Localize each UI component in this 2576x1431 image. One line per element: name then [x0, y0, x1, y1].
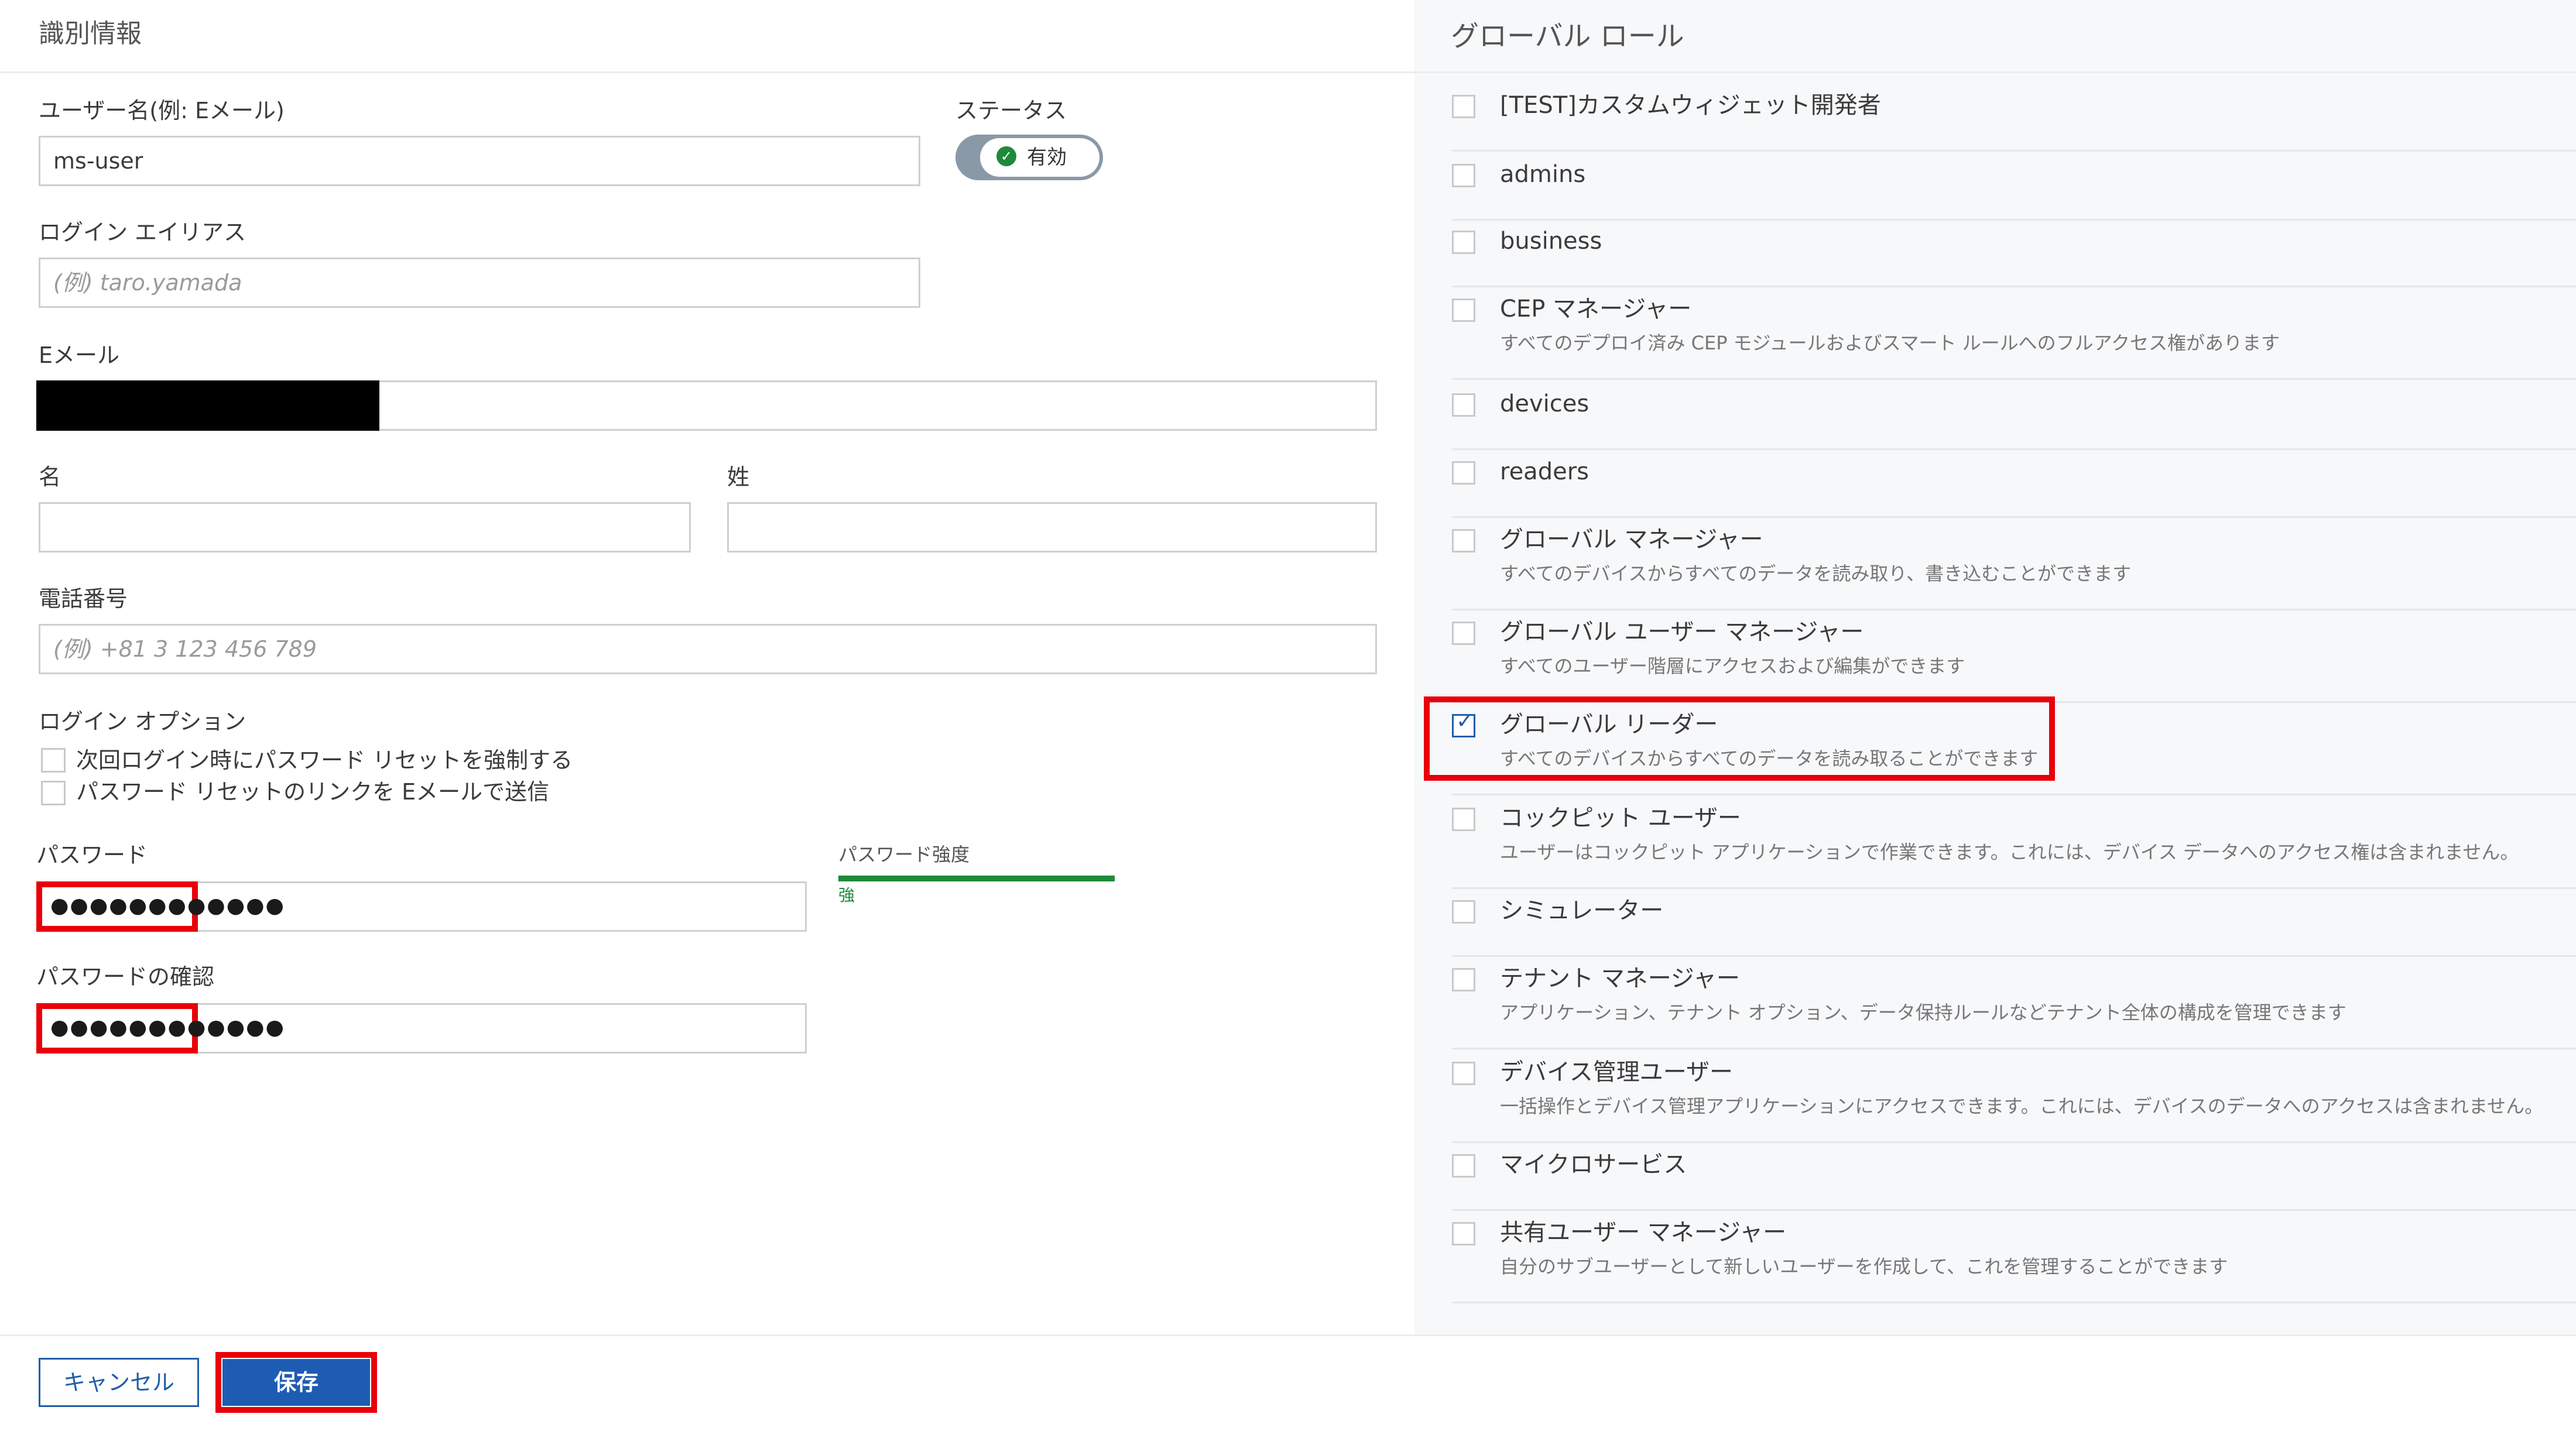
first-name-label: 名 — [39, 464, 61, 490]
login-alias-input[interactable]: (例) taro.yamada — [39, 258, 920, 308]
force-reset-label: 次回ログイン時にパスワード リセットを強制する — [76, 747, 573, 773]
force-reset-checkbox[interactable] — [41, 748, 66, 773]
role-row[interactable]: CEP マネージャーすべてのデプロイ済み CEP モジュールおよびスマート ルー… — [1452, 286, 2576, 380]
role-row[interactable]: [TEST]カスタムウィジェット開発者 — [1452, 82, 2576, 152]
role-checkbox[interactable] — [1452, 95, 1475, 118]
role-name: デバイス管理ユーザー — [1500, 1059, 1733, 1086]
role-name: admins — [1500, 161, 1586, 188]
email-label: Eメール — [39, 342, 120, 368]
role-row[interactable]: コックピット ユーザーユーザーはコックピット アプリケーションで作業できます。こ… — [1452, 795, 2576, 889]
role-name: マイクロサービス — [1500, 1151, 1687, 1178]
save-button[interactable]: 保存 — [222, 1359, 370, 1406]
send-reset-link-checkbox[interactable] — [41, 781, 66, 805]
role-name: グローバル マネージャー — [1500, 526, 1763, 553]
role-row[interactable]: devices — [1452, 380, 2576, 450]
role-name: 共有ユーザー マネージャー — [1500, 1219, 1787, 1246]
role-checkbox[interactable] — [1452, 393, 1475, 417]
role-row[interactable]: admins — [1452, 151, 2576, 221]
role-row[interactable]: readers — [1452, 448, 2576, 518]
role-name: グローバル ユーザー マネージャー — [1500, 619, 1864, 646]
login-options-label: ログイン オプション — [39, 709, 246, 735]
roles-header-divider — [1414, 71, 2576, 73]
role-description: アプリケーション、テナント オプション、データ保持ルールなどテナント全体の構成を… — [1500, 1001, 2347, 1024]
role-row[interactable]: 共有ユーザー マネージャー自分のサブユーザーとして新しいユーザーを作成して、これ… — [1452, 1209, 2576, 1303]
password-label: パスワード — [36, 842, 148, 868]
role-name: devices — [1500, 390, 1590, 417]
role-checkbox[interactable] — [1452, 461, 1475, 485]
phone-label: 電話番号 — [39, 586, 128, 612]
role-checkbox[interactable] — [1452, 622, 1475, 645]
role-name: readers — [1500, 458, 1589, 485]
role-name: シミュレーター — [1500, 897, 1664, 924]
role-checkbox[interactable] — [1452, 968, 1475, 991]
role-checkbox[interactable] — [1452, 164, 1475, 187]
role-name: CEP マネージャー — [1500, 296, 1692, 322]
role-row[interactable]: マイクロサービス — [1452, 1141, 2576, 1211]
identity-section-title: 識別情報 — [39, 19, 142, 49]
status-value: 有効 — [1027, 146, 1067, 169]
password-strength-label: パスワード強度 — [838, 843, 970, 866]
status-toggle[interactable]: ✓ 有効 — [955, 135, 1103, 180]
global-roles-title: グローバル ロール — [1451, 20, 1684, 53]
role-row[interactable]: シミュレーター — [1452, 887, 2576, 957]
role-description: ユーザーはコックピット アプリケーションで作業できます。これには、デバイス デー… — [1500, 841, 2519, 863]
identity-header-divider — [0, 71, 1414, 73]
role-checkbox[interactable] — [1452, 1154, 1475, 1178]
role-description: すべてのデプロイ済み CEP モジュールおよびスマート ルールへのフルアクセス権… — [1500, 332, 2280, 354]
role-checkbox[interactable] — [1452, 529, 1475, 553]
status-label: ステータス — [955, 98, 1067, 123]
role-name: business — [1500, 228, 1602, 255]
role-name: テナント マネージャー — [1500, 965, 1740, 992]
role-description: すべてのユーザー階層にアクセスおよび編集ができます — [1500, 655, 1965, 677]
cancel-button[interactable]: キャンセル — [39, 1358, 199, 1407]
role-description: 一括操作とデバイス管理アプリケーションにアクセスできます。これには、デバイスのデ… — [1500, 1095, 2544, 1117]
username-input[interactable]: ms-user — [39, 136, 920, 186]
phone-input[interactable]: (例) +81 3 123 456 789 — [39, 624, 1377, 674]
role-checkbox[interactable] — [1452, 1062, 1475, 1085]
form-footer — [0, 1334, 2576, 1431]
login-alias-label: ログイン エイリアス — [39, 219, 246, 245]
username-label: ユーザー名(例: Eメール) — [39, 98, 285, 123]
last-name-label: 姓 — [727, 464, 750, 490]
password-strength-bar — [838, 876, 1115, 881]
redaction-block — [36, 380, 379, 431]
role-checkbox[interactable] — [1452, 1222, 1475, 1245]
role-checkbox[interactable] — [1452, 900, 1475, 924]
selected-role-highlight — [1424, 696, 2055, 781]
password-confirm-label: パスワードの確認 — [36, 964, 215, 990]
role-description: すべてのデバイスからすべてのデータを読み取り、書き込むことができます — [1500, 562, 2132, 585]
password-mask: ●●●●●●●●●●●● — [50, 894, 285, 918]
role-name: [TEST]カスタムウィジェット開発者 — [1500, 92, 1881, 119]
role-row[interactable]: デバイス管理ユーザー一括操作とデバイス管理アプリケーションにアクセスできます。こ… — [1452, 1049, 2576, 1143]
role-row[interactable]: グローバル ユーザー マネージャーすべてのユーザー階層にアクセスおよび編集ができ… — [1452, 609, 2576, 703]
password-strength-value: 強 — [838, 886, 855, 905]
role-checkbox[interactable] — [1452, 298, 1475, 322]
send-reset-link-label: パスワード リセットのリンクを Eメールで送信 — [76, 779, 550, 805]
role-row[interactable]: business — [1452, 218, 2576, 287]
password-confirm-mask: ●●●●●●●●●●●● — [50, 1015, 285, 1039]
role-checkbox[interactable] — [1452, 808, 1475, 831]
role-row[interactable]: グローバル マネージャーすべてのデバイスからすべてのデータを読み取り、書き込むこ… — [1452, 516, 2576, 610]
role-checkbox[interactable] — [1452, 231, 1475, 254]
last-name-input[interactable] — [727, 502, 1377, 553]
first-name-input[interactable] — [39, 502, 691, 553]
role-description: 自分のサブユーザーとして新しいユーザーを作成して、これを管理することができます — [1500, 1255, 2228, 1278]
role-row[interactable]: テナント マネージャーアプリケーション、テナント オプション、データ保持ルールな… — [1452, 955, 2576, 1049]
check-circle-icon: ✓ — [996, 146, 1016, 166]
role-name: コックピット ユーザー — [1500, 805, 1741, 832]
